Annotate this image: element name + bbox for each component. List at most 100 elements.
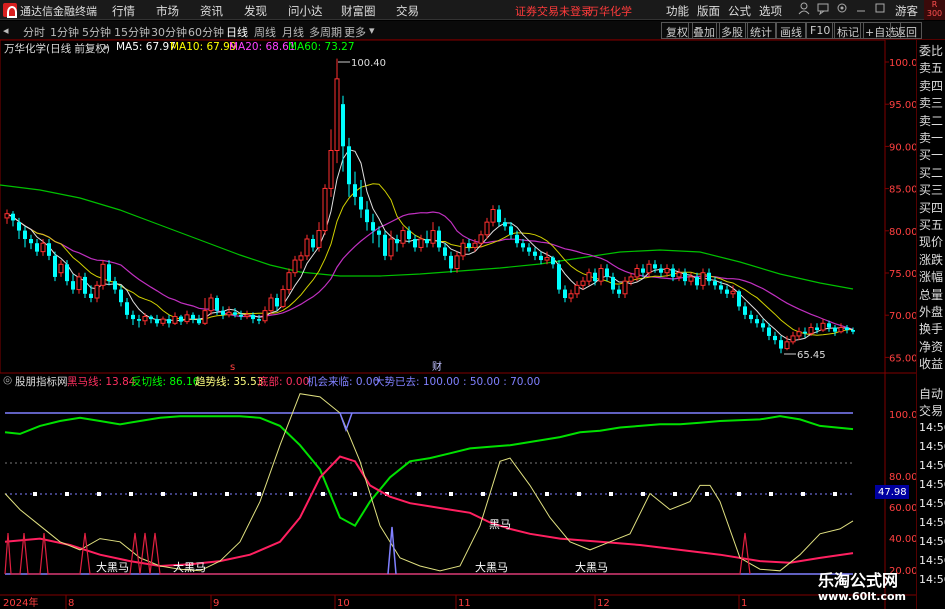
candle-body: [413, 239, 417, 248]
minimize-icon[interactable]: [852, 1, 870, 18]
indicator-dot: [833, 492, 837, 496]
period-60min[interactable]: 60分钟: [188, 24, 224, 40]
indicator-name[interactable]: 股朋指标网: [15, 374, 68, 389]
menu-wenxiaoda[interactable]: 问小达: [288, 3, 323, 19]
period-multi[interactable]: 多周期: [309, 24, 342, 40]
period-1min[interactable]: 1分钟: [50, 24, 79, 40]
candle-body: [142, 316, 148, 322]
candle-body: [359, 196, 363, 210]
candle-body: [574, 284, 580, 295]
period-day[interactable]: 日线: [226, 24, 248, 40]
window-icon[interactable]: [871, 1, 889, 18]
current-value: 47.98: [878, 487, 907, 498]
x-ticks: [65, 595, 740, 609]
huaxian-button[interactable]: 画线: [775, 22, 807, 39]
indicator-y-tick-label: 80.00: [889, 472, 916, 483]
menu-banmian[interactable]: 版面: [697, 3, 720, 19]
candle-body: [454, 255, 460, 270]
period-5min[interactable]: 5分钟: [82, 24, 111, 40]
candle-body: [191, 314, 195, 320]
candle-body: [76, 276, 82, 291]
period-fenshi[interactable]: 分时: [23, 24, 45, 40]
toolbar: ◂ 分时 1分钟 5分钟 15分钟 30分钟 60分钟 日线 周线 月线 多周期…: [0, 21, 945, 40]
fanqie-line: [4, 415, 854, 528]
indicator-settings-icon[interactable]: ◎: [3, 374, 12, 386]
candle-body: [563, 289, 567, 298]
auto-trade-label-2[interactable]: 交易: [919, 402, 945, 422]
period-week[interactable]: 周线: [254, 24, 276, 40]
candle-body: [784, 341, 790, 350]
more-dropdown-icon[interactable]: ▾: [369, 24, 375, 37]
period-month[interactable]: 月线: [282, 24, 304, 40]
candle-body: [383, 234, 387, 256]
dahema-label-4: 大黑马: [575, 560, 608, 574]
jihui-spike: [387, 526, 397, 575]
indicator-dot: [161, 492, 165, 496]
candle-body: [365, 209, 369, 223]
candle-body: [443, 247, 447, 256]
login-status[interactable]: 证券交易未登录: [515, 3, 592, 19]
candle-body: [707, 272, 711, 282]
guest-label[interactable]: 游客: [895, 3, 918, 19]
ma5-label: MA5: 67.97: [116, 41, 176, 53]
candle-body: [730, 290, 736, 295]
menu-gongneng[interactable]: 功能: [666, 3, 689, 19]
candle-body: [688, 276, 694, 282]
candle-body: [719, 285, 723, 290]
period-15min[interactable]: 15分钟: [114, 24, 150, 40]
menu-gongshi[interactable]: 公式: [728, 3, 751, 19]
candle-body: [23, 230, 27, 239]
menu-jiaoyi[interactable]: 交易: [396, 3, 419, 19]
indicator-dot: [417, 492, 421, 496]
prev-arrow-icon[interactable]: ◂: [3, 24, 9, 37]
back-button[interactable]: 返回: [890, 22, 922, 39]
menu-zixun[interactable]: 资讯: [200, 3, 223, 19]
candle-body: [695, 276, 699, 286]
candle-body: [311, 239, 315, 248]
ma-toggle-icon[interactable]: ▸: [104, 41, 109, 53]
watermark-name: 乐淘公式网: [818, 571, 899, 590]
indicator-dot: [353, 492, 357, 496]
user-icon[interactable]: [795, 1, 813, 18]
menu-xuanxiang[interactable]: 选项: [759, 3, 782, 19]
daishi-value: 大势已去: 100.00 : 50.00 : 70.00: [374, 376, 541, 388]
candle-body: [725, 289, 729, 294]
trade-time-3: 14:56: [919, 478, 945, 491]
menu-hangqing[interactable]: 行情: [112, 3, 135, 19]
candle-body: [611, 276, 615, 290]
candle-body: [268, 297, 274, 312]
tongji-button[interactable]: 统计: [745, 22, 777, 39]
candle-body: [286, 272, 292, 291]
f10-button[interactable]: F10: [805, 22, 836, 39]
candle-body: [484, 221, 490, 236]
indicator-dot: [641, 492, 645, 496]
period-30min[interactable]: 30分钟: [151, 24, 187, 40]
chart-area[interactable]: 100.0 95.00 90.00 85.00 80.00 75.00 70.00 65.00…: [0, 40, 916, 609]
menu-caifuquan[interactable]: 财富圈: [341, 3, 376, 19]
candle-body: [808, 327, 814, 334]
candle-body: [533, 251, 537, 256]
indicator-dot: [193, 492, 197, 496]
period-more[interactable]: 更多: [344, 24, 366, 40]
candle-body: [131, 314, 135, 320]
indicator-dot: [609, 492, 613, 496]
candle-body: [377, 230, 381, 235]
trade-time-0: 14:56: [919, 421, 945, 434]
main-y-tick-label: 65.00: [889, 353, 916, 364]
candle-body: [605, 268, 609, 277]
candle-body: [659, 268, 663, 273]
duogu-button[interactable]: 多股: [716, 22, 748, 39]
qushi-value: 趋势线: 35.53: [195, 376, 264, 388]
candle-body: [743, 306, 747, 315]
settings-icon[interactable]: [833, 1, 851, 18]
r-tag[interactable]: R 300: [924, 0, 945, 20]
menu-faxian[interactable]: 发现: [244, 3, 267, 19]
main-y-tick-label: 70.00: [889, 311, 916, 322]
indicator-info-line: ◎ 股朋指标网 黑马线: 13.84 反切线: 86.16 趋势线: 35.53…: [0, 374, 885, 388]
indicator-y-tick-label: 100.0: [889, 410, 916, 421]
menu-shichang[interactable]: 市场: [156, 3, 179, 19]
candle-body: [400, 230, 406, 244]
message-icon[interactable]: [814, 1, 832, 18]
candle-body: [371, 222, 375, 231]
candle-body: [515, 234, 519, 244]
